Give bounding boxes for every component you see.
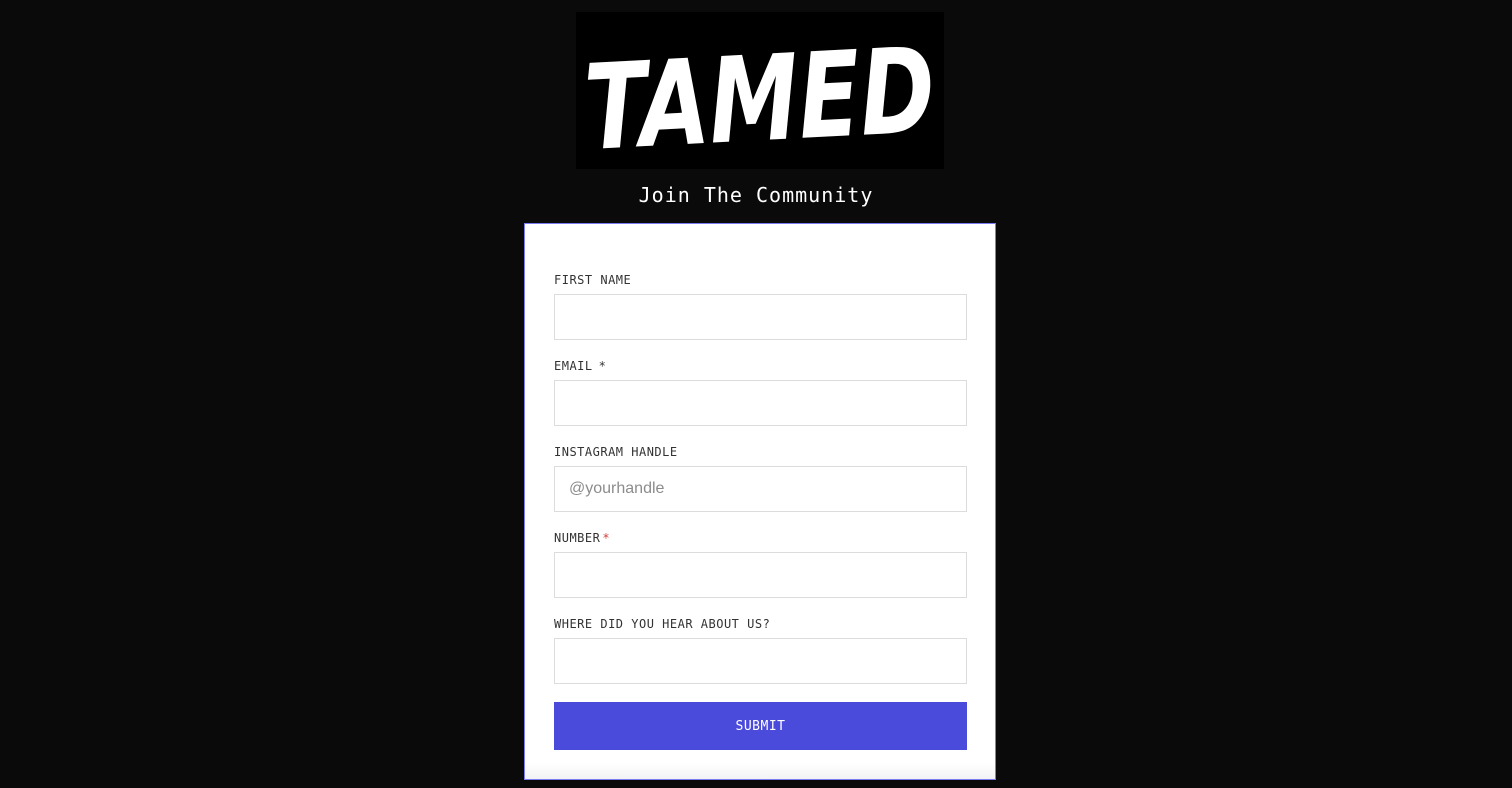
- signup-form: FIRST NAME EMAIL * INSTAGRAM HANDLE NUMBE…: [524, 223, 996, 780]
- first-name-label-text: FIRST NAME: [554, 273, 632, 287]
- first-name-label: FIRST NAME: [554, 273, 631, 287]
- email-required-marker: *: [598, 359, 607, 373]
- instagram-handle-label: INSTAGRAM HANDLE: [554, 445, 678, 459]
- email-label-text: EMAIL: [554, 359, 593, 373]
- number-label-text: NUMBER: [554, 531, 601, 545]
- first-name-input[interactable]: [554, 294, 967, 340]
- brand-logo: TAMED: [576, 12, 944, 169]
- referral-source-input[interactable]: [554, 638, 967, 684]
- number-required-marker: *: [602, 531, 611, 545]
- logo-wordmark: TAMED: [581, 21, 938, 169]
- instagram-handle-label-text: INSTAGRAM HANDLE: [554, 445, 678, 459]
- page-title: Join The Community: [638, 183, 874, 207]
- instagram-handle-input[interactable]: [554, 466, 967, 512]
- referral-source-label: WHERE DID YOU HEAR ABOUT US?: [554, 617, 770, 631]
- submit-button[interactable]: SUBMIT: [554, 702, 967, 750]
- email-label: EMAIL *: [554, 359, 606, 373]
- number-label: NUMBER *: [554, 531, 610, 545]
- number-input[interactable]: [554, 552, 967, 598]
- referral-source-label-text: WHERE DID YOU HEAR ABOUT US?: [554, 617, 771, 631]
- email-input[interactable]: [554, 380, 967, 426]
- logo-graphic: TAMED: [581, 21, 938, 169]
